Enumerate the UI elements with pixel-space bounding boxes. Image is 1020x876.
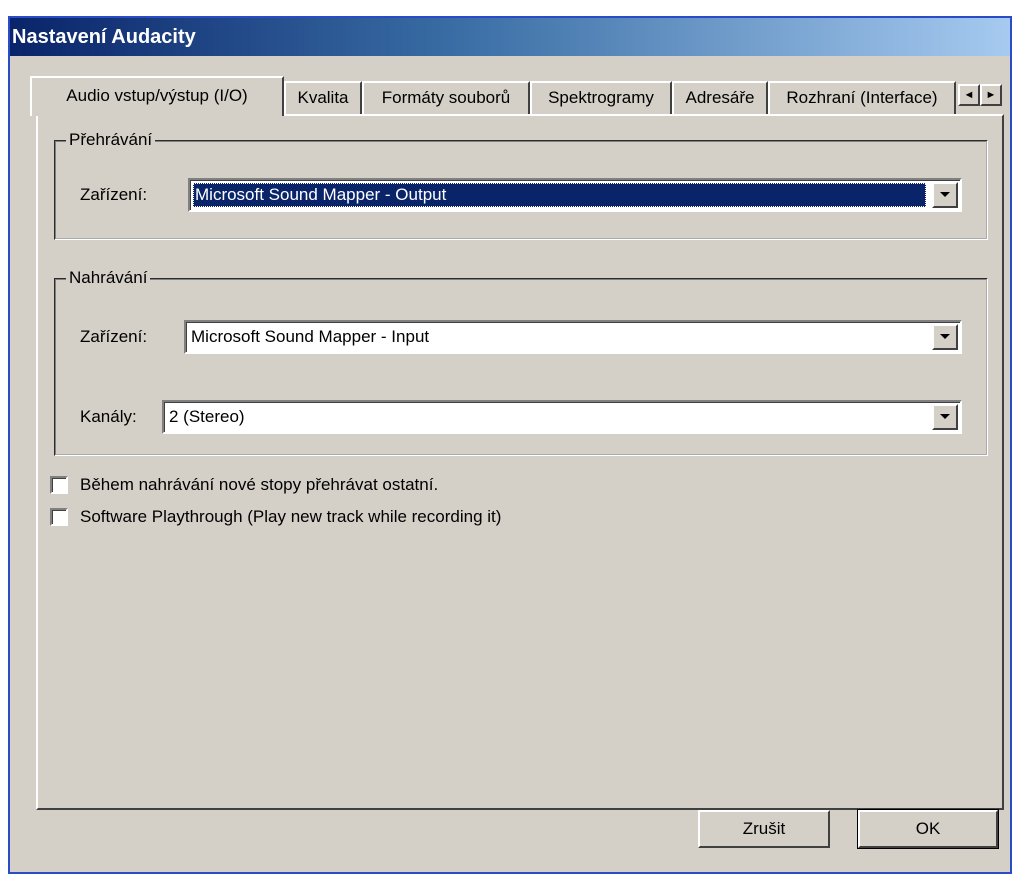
chevron-down-icon	[940, 414, 950, 419]
recording-device-value: Microsoft Sound Mapper - Input	[191, 327, 430, 346]
preferences-dialog: Nastavení Audacity Audio vstup/výstup (I…	[8, 16, 1012, 874]
option-software-playthrough[interactable]: Software Playthrough (Play new track whi…	[50, 506, 610, 528]
tab-file-formats[interactable]: Formáty souborů	[362, 81, 530, 114]
software-playthrough-checkbox-label: Software Playthrough (Play new track whi…	[80, 507, 502, 526]
playback-group: Přehrávání Zařízení: Microsoft Sound Map…	[54, 129, 988, 240]
recording-group-title: Nahrávání	[66, 267, 151, 289]
tab-spectrograms[interactable]: Spektrogramy	[530, 81, 672, 114]
title-bar[interactable]: Nastavení Audacity	[10, 18, 1010, 56]
play-others-checkbox[interactable]	[50, 476, 68, 494]
recording-device-dropdown-button[interactable]	[932, 324, 958, 350]
play-others-checkbox-label: Během nahrávání nové stopy přehrávat ost…	[80, 475, 439, 494]
recording-device-label: Zařízení:	[80, 327, 148, 346]
recording-channels-select[interactable]: 2 (Stereo)	[162, 400, 962, 434]
recording-channels-dropdown-button[interactable]	[932, 404, 958, 430]
playback-device-label: Zařízení:	[80, 185, 148, 204]
chevron-down-icon	[940, 334, 950, 339]
tab-scroll-right-button[interactable]: ►	[980, 84, 1002, 106]
recording-device-select[interactable]: Microsoft Sound Mapper - Input	[184, 320, 962, 354]
tab-quality[interactable]: Kvalita	[284, 81, 362, 114]
window-title: Nastavení Audacity	[12, 26, 196, 48]
cancel-button[interactable]: Zrušit	[698, 810, 830, 848]
tab-audio-io[interactable]: Audio vstup/výstup (I/O)	[30, 76, 284, 116]
option-play-others-while-recording[interactable]: Během nahrávání nové stopy přehrávat ost…	[50, 474, 570, 496]
tab-interface[interactable]: Rozhraní (Interface)	[768, 81, 956, 114]
playback-device-value: Microsoft Sound Mapper - Output	[193, 183, 926, 207]
triangle-left-icon: ◄	[963, 89, 975, 101]
triangle-right-icon: ►	[985, 89, 997, 101]
chevron-down-icon	[940, 192, 950, 197]
playback-device-dropdown-button[interactable]	[932, 182, 958, 208]
ok-button[interactable]: OK	[857, 809, 999, 849]
playback-device-select[interactable]: Microsoft Sound Mapper - Output	[188, 178, 962, 212]
tab-strip: Audio vstup/výstup (I/O) Kvalita Formáty…	[30, 76, 1002, 116]
recording-channels-value: 2 (Stereo)	[169, 407, 245, 426]
recording-channels-label: Kanály:	[80, 407, 137, 426]
playback-group-title: Přehrávání	[66, 129, 156, 151]
software-playthrough-checkbox[interactable]	[50, 508, 68, 526]
tab-directories[interactable]: Adresáře	[672, 81, 768, 114]
tab-scroll-left-button[interactable]: ◄	[958, 84, 980, 106]
recording-group: Nahrávání Zařízení: Microsoft Sound Mapp…	[54, 267, 988, 456]
